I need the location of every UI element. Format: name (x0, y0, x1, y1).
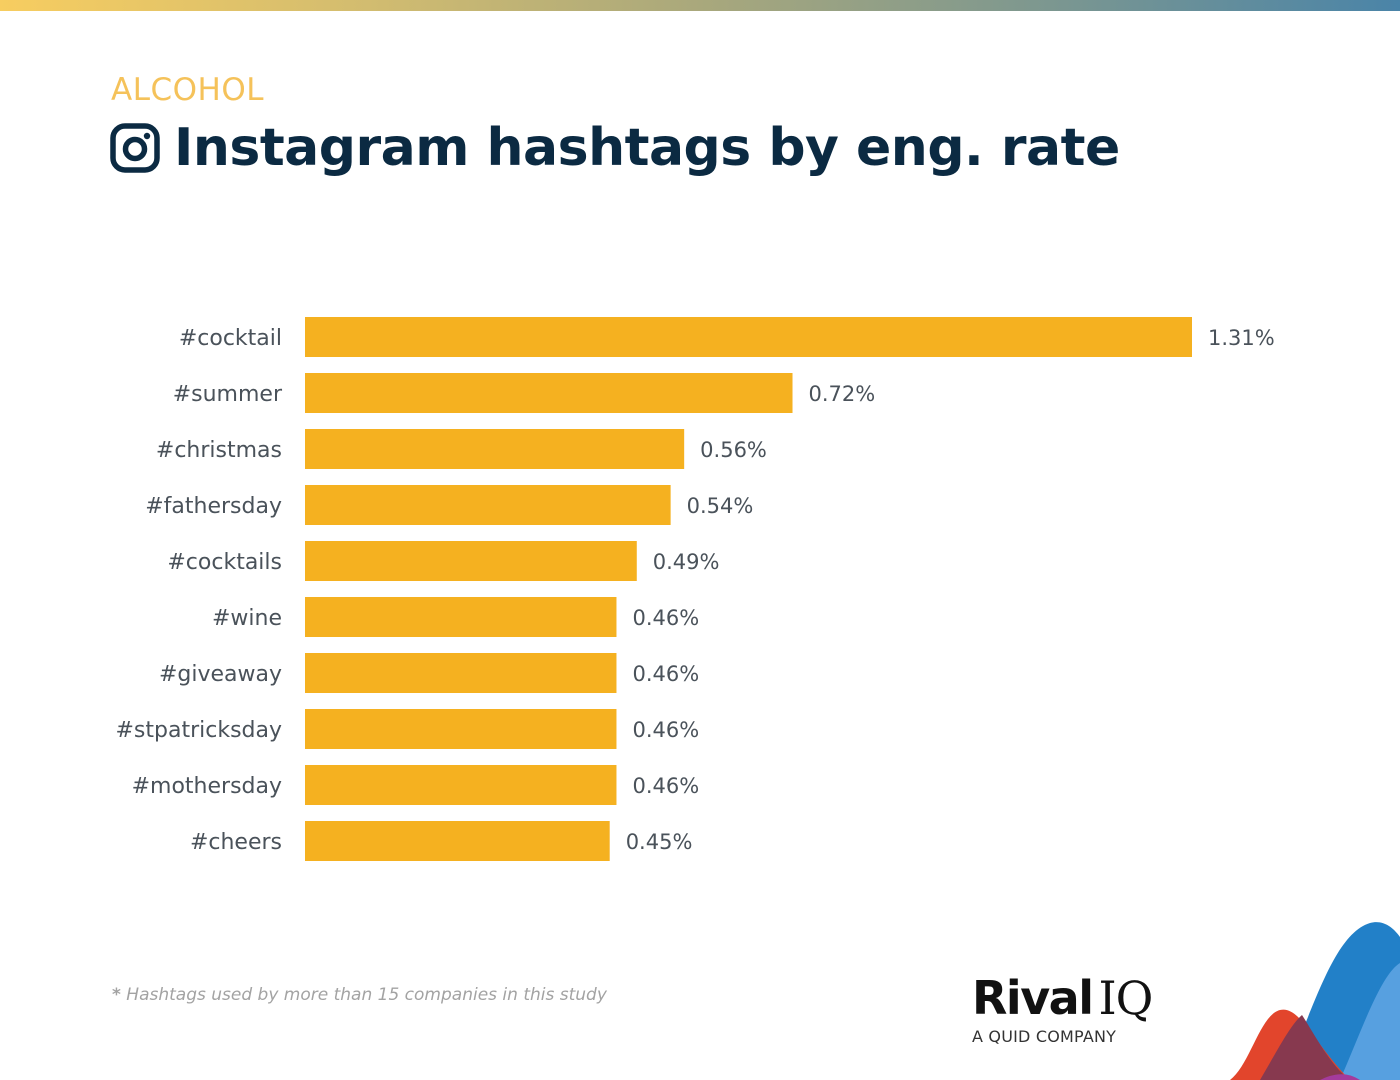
bar (305, 765, 617, 805)
bar (305, 373, 793, 413)
value-label: 0.49% (653, 550, 720, 574)
footnote: * Hashtags used by more than 15 companie… (112, 985, 607, 1005)
value-label: 1.31% (1208, 326, 1275, 350)
value-label: 0.46% (632, 774, 699, 798)
logo-tagline: A QUID COMPANY (972, 1027, 1117, 1046)
category-label: #wine (212, 606, 282, 631)
bar (305, 485, 671, 525)
bar (305, 597, 617, 637)
category-label: #mothersday (132, 774, 282, 799)
bar-chart: #cocktail 1.31% #summer 0.72% #christmas 0.56… (115, 317, 1275, 861)
bar (305, 653, 617, 693)
category-label: #cocktails (167, 550, 282, 575)
decorative-waves-graphic (1230, 922, 1400, 1080)
value-label: 0.45% (626, 830, 693, 854)
category-label: #stpatricksday (115, 718, 282, 743)
bar (305, 821, 610, 861)
footnote-star: * (112, 985, 121, 1005)
value-label: 0.56% (700, 438, 767, 462)
value-label: 0.54% (687, 494, 754, 518)
category-label: #giveaway (159, 662, 282, 687)
value-label: 0.46% (632, 662, 699, 686)
value-label: 0.72% (809, 382, 876, 406)
category-label: #summer (173, 382, 283, 407)
footnote-text: Hashtags used by more than 15 companies … (120, 985, 607, 1005)
bar (305, 709, 617, 749)
category-label: #christmas (156, 438, 282, 463)
rival-iq-logo: Rival IQ A QUID COMPANY (972, 975, 1192, 1046)
bar (305, 429, 685, 469)
bar (305, 541, 637, 581)
category-label: #cocktail (179, 326, 282, 351)
value-label: 0.46% (632, 606, 699, 630)
value-label: 0.46% (632, 718, 699, 742)
category-label: #cheers (190, 830, 282, 855)
bar (305, 317, 1192, 357)
category-label: #fathersday (145, 494, 282, 519)
logo-brand-light: IQ (1098, 971, 1153, 1025)
logo-brand-bold: Rival (972, 971, 1094, 1025)
